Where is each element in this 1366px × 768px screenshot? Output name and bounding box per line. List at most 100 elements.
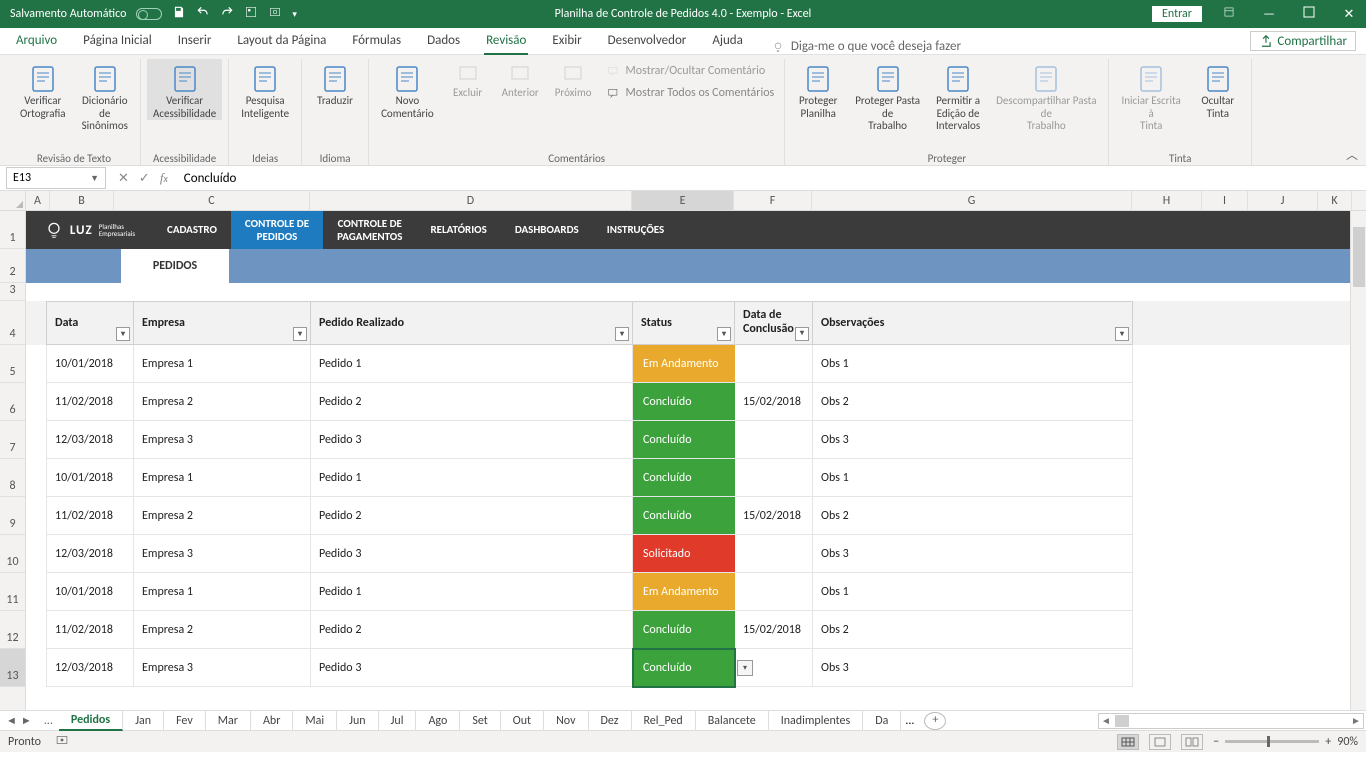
add-sheet-icon[interactable]: + — [924, 712, 946, 730]
menu-tab-página-inicial[interactable]: Página Inicial — [81, 28, 154, 54]
row-header-6[interactable]: 6 — [0, 383, 25, 421]
cell-data-conclusao[interactable]: 15/02/2018 — [735, 611, 813, 649]
menu-tab-fórmulas[interactable]: Fórmulas — [350, 28, 403, 54]
cell-data-conclusao[interactable] — [735, 573, 813, 611]
col-header-J[interactable]: J — [1248, 191, 1318, 210]
scroll-right-icon[interactable]: ► — [1349, 714, 1363, 727]
nav-dashboards[interactable]: DASHBOARDS — [501, 211, 593, 249]
cell-observacoes[interactable]: Obs 3 — [813, 649, 1133, 687]
col-header-E[interactable]: E — [632, 191, 734, 210]
quickaccess-icon[interactable] — [244, 5, 258, 23]
row-header-9[interactable]: 9 — [0, 497, 25, 535]
save-icon[interactable] — [172, 5, 186, 23]
cell-status[interactable]: Concluído — [633, 459, 735, 497]
ribbon-iniciar-escrita-tinta[interactable]: Iniciar EscritaàTinta — [1115, 59, 1186, 133]
maximize-icon[interactable] — [1296, 6, 1322, 22]
sheet-next-icon[interactable]: ► — [21, 714, 32, 727]
cell-observacoes[interactable]: Obs 1 — [813, 573, 1133, 611]
cell-data[interactable]: 11/02/2018 — [46, 497, 134, 535]
quickaccess-icon-2[interactable] — [268, 5, 282, 23]
cell-observacoes[interactable]: Obs 3 — [813, 535, 1133, 573]
cell-observacoes[interactable]: Obs 1 — [813, 459, 1133, 497]
cell-observacoes[interactable]: Obs 2 — [813, 611, 1133, 649]
row-header-3[interactable]: 3 — [0, 283, 25, 301]
cell-data[interactable]: 11/02/2018 — [46, 383, 134, 421]
share-button[interactable]: Compartilhar — [1250, 31, 1356, 51]
ribbon-proteger-pasta-de-trabalho[interactable]: Proteger PastadeTrabalho — [849, 59, 926, 133]
pedidos-sub-tab[interactable]: PEDIDOS — [121, 249, 229, 283]
fx-icon[interactable]: fx — [160, 170, 168, 186]
quickaccess-customize-icon[interactable]: ▾ — [292, 9, 297, 20]
sheet-tab-rel_ped[interactable]: Rel_Ped — [632, 711, 696, 731]
ribbon-verificar-acessibilidade[interactable]: VerificarAcessibilidade — [147, 59, 222, 120]
horizontal-scrollbar[interactable]: ◄ ► — [1098, 713, 1364, 729]
cell-data[interactable]: 12/03/2018 — [46, 649, 134, 687]
col-header-B[interactable]: B — [50, 191, 114, 210]
cell-status[interactable]: Concluído — [633, 497, 735, 535]
sheet-tab-jan[interactable]: Jan — [123, 711, 164, 731]
tell-me[interactable]: Diga-me o que você deseja fazer — [771, 39, 961, 54]
cell-status[interactable]: Concluído▾ — [633, 649, 735, 687]
col-header-K[interactable]: K — [1318, 191, 1352, 210]
cell-pedido[interactable]: Pedido 3 — [311, 535, 633, 573]
th-empresa[interactable]: Empresa▾ — [134, 301, 311, 345]
sheet-overflow-right[interactable]: ... — [901, 714, 918, 728]
nav-cadastro[interactable]: CADASTRO — [153, 211, 231, 249]
zoom-value[interactable]: 90% — [1337, 735, 1358, 749]
sheet-tab-mar[interactable]: Mar — [206, 711, 251, 731]
close-icon[interactable]: ✕ — [1336, 7, 1362, 22]
cell-pedido[interactable]: Pedido 1 — [311, 573, 633, 611]
cell-pedido[interactable]: Pedido 2 — [311, 497, 633, 535]
filter-icon[interactable]: ▾ — [795, 327, 809, 341]
cell-observacoes[interactable]: Obs 2 — [813, 497, 1133, 535]
minimize-icon[interactable]: — — [1256, 7, 1282, 22]
cell-data[interactable]: 12/03/2018 — [46, 535, 134, 573]
ribbon-mostrar-todos-os-coment-rios[interactable]: Mostrar Todos os Comentários — [602, 85, 779, 103]
ribbon-descompartilhar-pasta-de-trabalho[interactable]: Descompartilhar PastadeTrabalho — [990, 59, 1102, 133]
sheet-tab-inadimplentes[interactable]: Inadimplentes — [769, 711, 864, 731]
col-header-G[interactable]: G — [812, 191, 1132, 210]
col-header-I[interactable]: I — [1202, 191, 1248, 210]
cell-empresa[interactable]: Empresa 3 — [134, 421, 311, 459]
ribbon-permitir-a-edi-o-de-intervalos[interactable]: Permitir aEdição deIntervalos — [930, 59, 986, 133]
cell-pedido[interactable]: Pedido 3 — [311, 421, 633, 459]
sheet-tab-dez[interactable]: Dez — [589, 711, 632, 731]
cell-data[interactable]: 11/02/2018 — [46, 611, 134, 649]
row-header-8[interactable]: 8 — [0, 459, 25, 497]
cell-observacoes[interactable]: Obs 3 — [813, 421, 1133, 459]
cell-empresa[interactable]: Empresa 3 — [134, 535, 311, 573]
view-page-layout-icon[interactable] — [1149, 734, 1171, 750]
menu-tab-desenvolvedor[interactable]: Desenvolvedor — [606, 28, 689, 54]
ribbon-excluir[interactable]: Excluir — [444, 59, 492, 100]
ribbon-mostrar-ocultar-coment-rio[interactable]: Mostrar/Ocultar Comentário — [602, 63, 779, 81]
nav-relat-rios[interactable]: RELATÓRIOS — [416, 211, 500, 249]
autosave-toggle[interactable] — [136, 8, 162, 20]
zoom-out-icon[interactable]: − — [1213, 735, 1219, 749]
sheet-tab-pedidos[interactable]: Pedidos — [59, 711, 123, 731]
cell-empresa[interactable]: Empresa 2 — [134, 611, 311, 649]
menu-tab-dados[interactable]: Dados — [425, 28, 462, 54]
filter-icon[interactable]: ▾ — [615, 327, 629, 341]
cell-observacoes[interactable]: Obs 1 — [813, 345, 1133, 383]
chevron-down-icon[interactable]: ▼ — [90, 173, 99, 184]
cell-data-conclusao[interactable]: 15/02/2018 — [735, 497, 813, 535]
redo-icon[interactable] — [220, 5, 234, 23]
sheet-tab-jun[interactable]: Jun — [337, 711, 378, 731]
ribbon-ocultar-tinta[interactable]: OcultarTinta — [1191, 59, 1245, 120]
ribbon-traduzir[interactable]: Traduzir — [308, 59, 362, 108]
cell-status[interactable]: Solicitado — [633, 535, 735, 573]
cell-empresa[interactable]: Empresa 1 — [134, 345, 311, 383]
sheet-tab-set[interactable]: Set — [460, 711, 500, 731]
sheet-tab-fev[interactable]: Fev — [164, 711, 206, 731]
cancel-entry-icon[interactable]: ✕ — [118, 171, 129, 186]
cell-data-conclusao[interactable] — [735, 345, 813, 383]
col-header-A[interactable]: A — [26, 191, 50, 210]
th-data-conclusao[interactable]: Data deConclusão▾ — [735, 301, 813, 345]
zoom-slider[interactable] — [1225, 740, 1319, 743]
nav-controle-de[interactable]: CONTROLE DEPAGAMENTOS — [323, 211, 416, 249]
cell-observacoes[interactable]: Obs 2 — [813, 383, 1133, 421]
ribbon-próximo[interactable]: Próximo — [549, 59, 598, 100]
cell-empresa[interactable]: Empresa 1 — [134, 459, 311, 497]
sheet-tab-out[interactable]: Out — [501, 711, 544, 731]
cell-data[interactable]: 10/01/2018 — [46, 459, 134, 497]
